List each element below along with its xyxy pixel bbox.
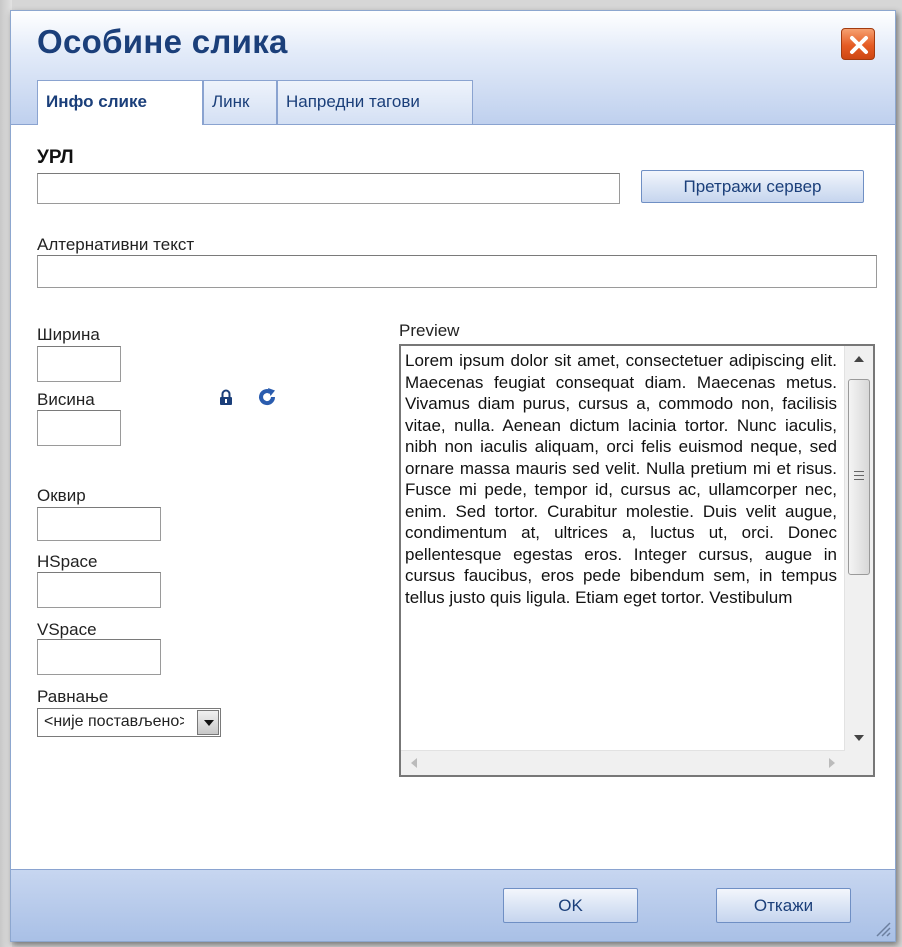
scroll-left-icon[interactable] xyxy=(411,758,417,768)
align-label: Равнање xyxy=(37,687,109,706)
scroll-down-icon[interactable] xyxy=(854,735,864,741)
border-input[interactable] xyxy=(37,507,161,541)
reset-size-icon[interactable] xyxy=(257,387,277,407)
image-properties-dialog: Особине слика Инфо слике Линк Напредни т… xyxy=(10,10,896,942)
scrollbar-corner xyxy=(845,751,873,775)
chevron-down-icon[interactable] xyxy=(197,710,219,735)
width-input[interactable] xyxy=(37,346,121,382)
hspace-input[interactable] xyxy=(37,572,161,608)
dialog-header: Особине слика Инфо слике Линк Напредни т… xyxy=(11,11,895,125)
height-input[interactable] xyxy=(37,410,121,446)
lock-icon[interactable] xyxy=(219,389,233,406)
dialog-title: Особине слика xyxy=(37,23,288,60)
tab-advanced[interactable]: Напредни тагови xyxy=(277,80,473,124)
close-button[interactable] xyxy=(841,28,875,60)
grip-line xyxy=(854,471,864,472)
vspace-label: VSpace xyxy=(37,620,97,639)
grip-line xyxy=(854,479,864,480)
height-label: Висина xyxy=(37,390,95,409)
preview-text: Lorem ipsum dolor sit amet, consectetuer… xyxy=(405,351,837,607)
preview-label: Preview xyxy=(399,321,460,340)
alt-text-label: Алтернативни текст xyxy=(37,235,195,254)
border-label: Оквир xyxy=(37,486,86,505)
hspace-label: HSpace xyxy=(37,552,98,571)
tab-panel-image-info: УРЛ Претражи сервер Алтернативни текст Ш… xyxy=(11,125,895,870)
preview-vertical-scrollbar[interactable] xyxy=(844,346,873,751)
dialog-footer: OK Откажи xyxy=(11,869,895,941)
cancel-button[interactable]: Откажи xyxy=(716,888,851,923)
vspace-input[interactable] xyxy=(37,639,161,675)
close-icon xyxy=(850,36,868,54)
tab-image-info[interactable]: Инфо слике xyxy=(37,80,203,125)
scroll-up-icon[interactable] xyxy=(854,356,864,362)
browse-server-button[interactable]: Претражи сервер xyxy=(641,170,864,203)
scroll-right-icon[interactable] xyxy=(829,758,835,768)
tab-link[interactable]: Линк xyxy=(203,80,277,124)
alt-text-input[interactable] xyxy=(37,255,877,288)
align-select[interactable]: <није постављено> xyxy=(37,708,221,737)
preview-box[interactable]: Lorem ipsum dolor sit amet, consectetuer… xyxy=(399,344,875,777)
url-input[interactable] xyxy=(37,173,620,204)
scrollbar-thumb[interactable] xyxy=(848,379,870,575)
resize-grip-icon[interactable] xyxy=(873,919,891,937)
width-label: Ширина xyxy=(37,325,100,344)
preview-horizontal-scrollbar[interactable] xyxy=(401,750,845,775)
ok-button[interactable]: OK xyxy=(503,888,638,923)
url-label: УРЛ xyxy=(37,147,74,168)
align-select-value: <није постављено> xyxy=(44,713,184,730)
grip-line xyxy=(854,475,864,476)
